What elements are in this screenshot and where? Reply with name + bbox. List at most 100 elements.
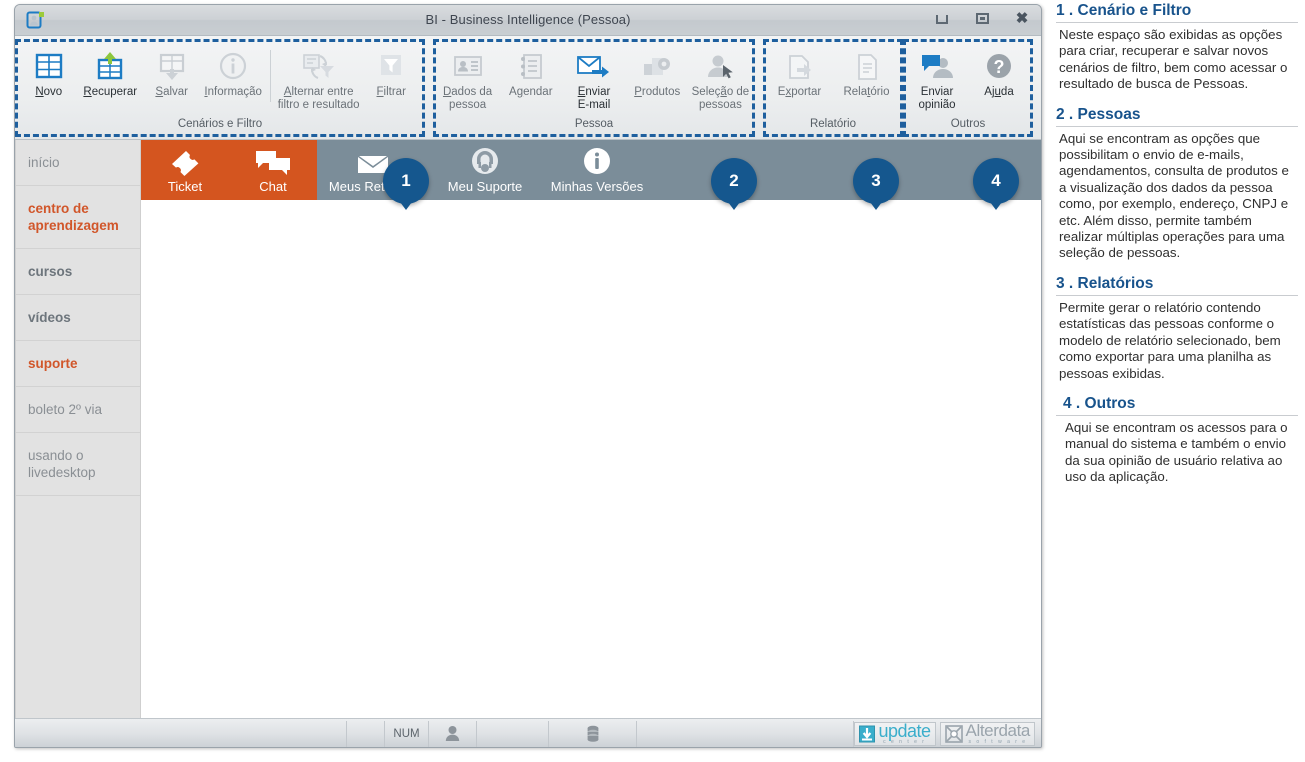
close-icon[interactable]: ✖ bbox=[1011, 10, 1033, 28]
info-circle-icon bbox=[582, 146, 612, 176]
ribbon-button-novo[interactable]: Novo bbox=[18, 46, 79, 99]
annotation-note-1: 1 . Cenário e Filtro Neste espaço são ex… bbox=[1056, 2, 1298, 93]
ribbon-button-produtos[interactable]: Produtos bbox=[626, 46, 689, 99]
info-circle-icon bbox=[217, 50, 249, 84]
status-num-indicator: NUM bbox=[385, 720, 429, 747]
ribbon-button-label: Recuperar bbox=[83, 86, 138, 98]
application-window: BI - Business Intelligence (Pessoa) ✖ No… bbox=[14, 4, 1042, 748]
ribbon-toolbar: Novo Recuperar Salvar Informação Alterna… bbox=[15, 36, 1041, 210]
annotation-panel: 1 . Cenário e Filtro Neste espaço são ex… bbox=[1056, 2, 1298, 499]
agenda-book-icon bbox=[515, 50, 547, 84]
update-logo-text: update bbox=[878, 720, 931, 741]
ribbon-button-label: Dados da pessoa bbox=[442, 86, 493, 111]
ribbon-button-label: Novo bbox=[35, 86, 63, 98]
help-question-icon: ? bbox=[983, 50, 1015, 84]
ribbon-button-selecao-de-pessoas[interactable]: Seleção de pessoas bbox=[689, 46, 752, 112]
sidebar-item-suporte[interactable]: suporte bbox=[16, 341, 140, 387]
ribbon-button-salvar[interactable]: Salvar bbox=[141, 46, 202, 99]
annotation-note-4: 4 . Outros Aqui se encontram os acessos … bbox=[1056, 395, 1298, 486]
ribbon-button-agendar[interactable]: Agendar bbox=[499, 46, 562, 99]
content-area: Ticket Chat Meus Retornos Meu Suporte Mi… bbox=[141, 140, 1041, 718]
contact-details-icon bbox=[452, 50, 484, 84]
status-cell-4 bbox=[637, 720, 855, 747]
annotation-body: Permite gerar o relatório contendo estat… bbox=[1059, 299, 1281, 381]
ribbon-button-alternar[interactable]: Alternar entre filtro e resultado bbox=[277, 46, 361, 112]
status-cell-2 bbox=[347, 720, 385, 747]
ribbon-button-recuperar[interactable]: Recuperar bbox=[79, 46, 140, 99]
window-body: início centro de aprendizagem cursos víd… bbox=[15, 140, 1041, 718]
tab-chat[interactable]: Chat bbox=[229, 140, 317, 200]
annotation-heading: 2 . Pessoas bbox=[1056, 106, 1298, 127]
ribbon-button-enviar-opiniao[interactable]: Enviar opinião bbox=[906, 46, 968, 112]
ribbon-button-dados-da-pessoa[interactable]: Dados da pessoa bbox=[436, 46, 499, 112]
chat-bubbles-icon bbox=[254, 146, 292, 176]
funnel-icon bbox=[375, 50, 407, 84]
ribbon-group-label: Pessoa bbox=[574, 118, 614, 130]
send-email-icon bbox=[576, 50, 612, 84]
alterdata-logo-text: Alterdata bbox=[965, 720, 1031, 740]
ribbon-button-ajuda[interactable]: ? Ajuda bbox=[968, 46, 1030, 99]
table-save-icon bbox=[156, 50, 188, 84]
ribbon-button-label: Informação bbox=[204, 86, 262, 98]
ribbon-button-informacao[interactable]: Informação bbox=[202, 46, 263, 99]
ribbon-button-exportar[interactable]: Exportar bbox=[766, 46, 833, 99]
ribbon-button-label: Produtos bbox=[634, 86, 681, 98]
sidebar-item-cursos[interactable]: cursos bbox=[16, 249, 140, 295]
ribbon-button-filtrar[interactable]: Filtrar bbox=[360, 46, 421, 99]
ribbon-button-label: Ajuda bbox=[984, 86, 1014, 98]
window-titlebar: BI - Business Intelligence (Pessoa) ✖ bbox=[15, 5, 1041, 36]
minimize-icon[interactable] bbox=[931, 10, 953, 28]
status-cell-1 bbox=[15, 720, 347, 747]
tab-meu-suporte[interactable]: Meu Suporte bbox=[429, 140, 541, 200]
tab-bar: Ticket Chat Meus Retornos Meu Suporte Mi… bbox=[141, 140, 1041, 200]
sidebar-item-videos[interactable]: vídeos bbox=[16, 295, 140, 341]
ribbon-button-label: Enviar E-mail bbox=[577, 86, 611, 111]
sidebar-item-inicio[interactable]: início bbox=[16, 140, 140, 186]
ribbon-button-label: Salvar bbox=[155, 86, 189, 98]
products-boxes-icon bbox=[641, 50, 673, 84]
table-retrieve-icon bbox=[94, 50, 126, 84]
alterdata-logo-subtext: s o f t w a r e bbox=[968, 738, 1028, 745]
ticket-icon bbox=[166, 146, 204, 176]
annotation-body: Neste espaço são exibidas as opções para… bbox=[1059, 27, 1288, 92]
ribbon-button-relatorio[interactable]: Relatório bbox=[833, 46, 900, 99]
ribbon-button-label: Alternar entre filtro e resultado bbox=[277, 86, 360, 111]
annotation-badge-1: 1 bbox=[383, 158, 429, 210]
headset-person-icon bbox=[469, 146, 501, 176]
main-canvas bbox=[141, 200, 1041, 718]
sidebar-item-boleto-2-via[interactable]: boleto 2º via bbox=[16, 387, 140, 433]
export-arrow-icon bbox=[784, 50, 816, 84]
ribbon-group-outros: Enviar opinião ? Ajuda Outros bbox=[903, 39, 1033, 137]
svg-text:?: ? bbox=[994, 57, 1005, 77]
annotation-heading: 4 . Outros bbox=[1056, 395, 1298, 416]
tab-label: Meu Suporte bbox=[447, 179, 523, 194]
ribbon-button-label: Filtrar bbox=[376, 86, 406, 98]
status-bar: NUM update c e n t e r Alterdata s o f t… bbox=[15, 718, 1041, 747]
sidebar-item-usando-o-livedesktop[interactable]: usando o livedesktop bbox=[16, 433, 140, 496]
left-sidebar: início centro de aprendizagem cursos víd… bbox=[15, 140, 141, 718]
annotation-note-3: 3 . Relatórios Permite gerar o relatório… bbox=[1056, 275, 1298, 382]
ribbon-button-label: Agendar bbox=[509, 86, 553, 98]
annotation-body: Aqui se encontram as opções que possibil… bbox=[1059, 130, 1289, 261]
annotation-badge-2: 2 bbox=[711, 158, 757, 210]
update-center-logo: update c e n t e r bbox=[854, 720, 936, 746]
ribbon-group-label: Outros bbox=[950, 118, 986, 130]
tab-minhas-versoes[interactable]: Minhas Versões bbox=[541, 140, 653, 200]
status-cell-3 bbox=[477, 720, 549, 747]
ribbon-group-label: Relatório bbox=[809, 118, 857, 130]
tab-label: Chat bbox=[259, 179, 287, 194]
sidebar-filler bbox=[16, 496, 140, 718]
annotation-badge-4: 4 bbox=[973, 158, 1019, 210]
sidebar-item-centro-de-aprendizagem[interactable]: centro de aprendizagem bbox=[16, 186, 140, 249]
tab-ticket[interactable]: Ticket bbox=[141, 140, 229, 200]
table-new-icon bbox=[33, 50, 65, 84]
annotation-note-2: 2 . Pessoas Aqui se encontram as opções … bbox=[1056, 106, 1298, 262]
restore-icon[interactable] bbox=[971, 10, 993, 28]
ribbon-separator bbox=[269, 50, 271, 102]
ribbon-button-label: Relatório bbox=[843, 86, 890, 98]
ribbon-button-enviar-email[interactable]: Enviar E-mail bbox=[562, 46, 625, 112]
window-title: BI - Business Intelligence (Pessoa) bbox=[425, 12, 631, 27]
ribbon-group-relatorios: Exportar Relatório Relatório bbox=[763, 39, 903, 137]
annotation-heading: 1 . Cenário e Filtro bbox=[1056, 2, 1298, 23]
ribbon-group-pessoa: Dados da pessoa Agendar Enviar E-mail Pr… bbox=[433, 39, 755, 137]
